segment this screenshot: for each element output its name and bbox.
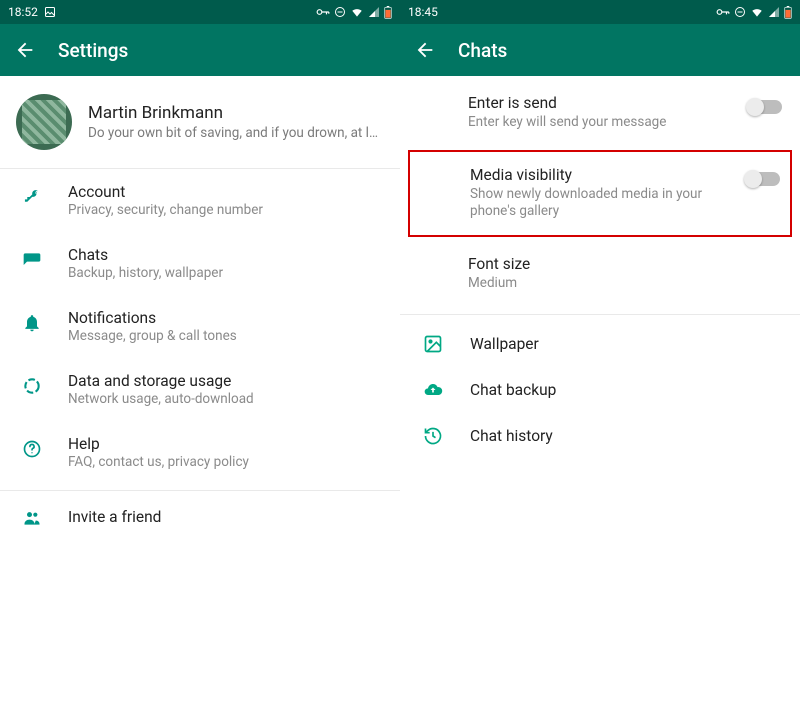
item-subtitle: Message, group & call tones bbox=[68, 328, 384, 344]
vpn-key-icon bbox=[716, 7, 730, 17]
settings-item-help[interactable]: Help FAQ, contact us, privacy policy bbox=[0, 421, 400, 484]
status-time: 18:52 bbox=[8, 5, 38, 19]
setting-font-size[interactable]: Font size Medium bbox=[400, 243, 800, 305]
key-icon bbox=[20, 185, 44, 209]
appbar-title: Settings bbox=[58, 39, 128, 62]
chats-screen: 18:45 Chats Enter is send Enter key will… bbox=[400, 0, 800, 711]
status-bar: 18:45 bbox=[400, 0, 800, 24]
item-title: Wallpaper bbox=[470, 335, 539, 353]
dnd-icon bbox=[334, 6, 346, 18]
wallpaper-icon bbox=[422, 333, 444, 355]
toggle-switch[interactable] bbox=[748, 100, 782, 114]
status-bar: 18:52 bbox=[0, 0, 400, 24]
bell-icon bbox=[20, 311, 44, 335]
highlight-box: Media visibility Show newly downloaded m… bbox=[408, 150, 792, 237]
settings-item-data[interactable]: Data and storage usage Network usage, au… bbox=[0, 358, 400, 421]
item-title: Data and storage usage bbox=[68, 372, 384, 390]
item-title: Notifications bbox=[68, 309, 384, 327]
setting-subtitle: Enter key will send your message bbox=[468, 114, 738, 132]
setting-title: Media visibility bbox=[470, 166, 736, 184]
item-subtitle: Privacy, security, change number bbox=[68, 202, 384, 218]
back-button[interactable] bbox=[414, 39, 436, 61]
settings-item-notifications[interactable]: Notifications Message, group & call tone… bbox=[0, 295, 400, 358]
app-bar: Settings bbox=[0, 24, 400, 76]
toggle-switch[interactable] bbox=[746, 172, 780, 186]
battery-icon bbox=[784, 6, 792, 19]
arrow-back-icon bbox=[414, 39, 436, 61]
profile-status: Do your own bit of saving, and if you dr… bbox=[88, 125, 384, 141]
item-subtitle: Backup, history, wallpaper bbox=[68, 265, 384, 281]
chats-item-wallpaper[interactable]: Wallpaper bbox=[400, 321, 800, 367]
settings-item-chats[interactable]: Chats Backup, history, wallpaper bbox=[0, 232, 400, 295]
signal-icon bbox=[768, 6, 780, 18]
image-icon bbox=[44, 6, 56, 18]
setting-subtitle: Medium bbox=[468, 275, 782, 293]
cloud-upload-icon bbox=[422, 379, 444, 401]
setting-title: Enter is send bbox=[468, 94, 738, 112]
dnd-icon bbox=[734, 6, 746, 18]
setting-enter-is-send[interactable]: Enter is send Enter key will send your m… bbox=[400, 76, 800, 144]
item-title: Chats bbox=[68, 246, 384, 264]
history-icon bbox=[422, 425, 444, 447]
divider bbox=[400, 314, 800, 315]
status-time: 18:45 bbox=[408, 5, 438, 19]
settings-screen: 18:52 Settings Martin Brinkmann Do your … bbox=[0, 0, 400, 711]
item-title: Chat backup bbox=[470, 381, 556, 399]
item-subtitle: Network usage, auto-download bbox=[68, 391, 384, 407]
item-title: Invite a friend bbox=[68, 508, 384, 526]
chats-item-backup[interactable]: Chat backup bbox=[400, 367, 800, 413]
people-icon bbox=[20, 506, 44, 530]
chats-item-history[interactable]: Chat history bbox=[400, 413, 800, 459]
setting-subtitle: Show newly downloaded media in your phon… bbox=[470, 186, 736, 221]
item-subtitle: FAQ, contact us, privacy policy bbox=[68, 454, 384, 470]
item-title: Account bbox=[68, 183, 384, 201]
settings-item-invite[interactable]: Invite a friend bbox=[0, 491, 400, 543]
chat-icon bbox=[20, 248, 44, 272]
setting-media-visibility[interactable]: Media visibility Show newly downloaded m… bbox=[410, 152, 790, 235]
data-icon bbox=[20, 374, 44, 398]
wifi-icon bbox=[750, 6, 764, 18]
vpn-key-icon bbox=[316, 7, 330, 17]
appbar-title: Chats bbox=[458, 39, 507, 62]
item-title: Help bbox=[68, 435, 384, 453]
arrow-back-icon bbox=[14, 39, 36, 61]
item-title: Chat history bbox=[470, 427, 553, 445]
battery-icon bbox=[384, 6, 392, 19]
settings-item-account[interactable]: Account Privacy, security, change number bbox=[0, 169, 400, 232]
wifi-icon bbox=[350, 6, 364, 18]
avatar bbox=[16, 94, 72, 150]
app-bar: Chats bbox=[400, 24, 800, 76]
profile-row[interactable]: Martin Brinkmann Do your own bit of savi… bbox=[0, 76, 400, 168]
help-icon bbox=[20, 437, 44, 461]
signal-icon bbox=[368, 6, 380, 18]
profile-name: Martin Brinkmann bbox=[88, 103, 384, 123]
back-button[interactable] bbox=[14, 39, 36, 61]
setting-title: Font size bbox=[468, 255, 782, 273]
